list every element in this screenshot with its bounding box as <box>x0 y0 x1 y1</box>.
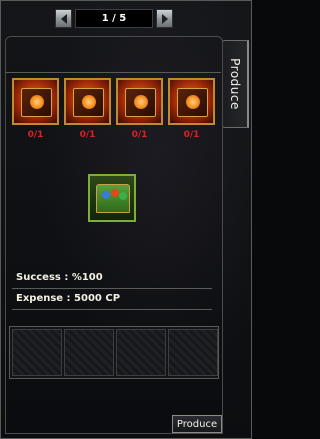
tab-produce-label: Produce <box>227 58 242 110</box>
ingredient-count: 0/1 <box>183 130 200 140</box>
triangle-left-icon <box>60 13 67 24</box>
prev-page-button[interactable] <box>55 9 72 28</box>
paw-book-icon <box>177 88 208 117</box>
paw-book-icon <box>21 88 52 117</box>
triangle-right-icon <box>161 13 168 24</box>
result-slots <box>9 326 219 379</box>
paw-book-icon <box>73 88 104 117</box>
ingredient-slot[interactable] <box>168 78 215 125</box>
product-slot[interactable] <box>88 174 136 222</box>
ingredient-slot[interactable] <box>64 78 111 125</box>
result-slot[interactable] <box>64 329 114 376</box>
expense-cost: Expense : 5000 CP <box>16 293 121 304</box>
produce-button[interactable]: Produce <box>172 415 222 433</box>
ingredient-slot[interactable] <box>12 78 59 125</box>
success-rate: Success : %100 <box>16 272 103 283</box>
ingredient-count: 0/1 <box>27 130 44 140</box>
treasure-chest-icon <box>96 184 130 213</box>
divider <box>12 309 212 310</box>
result-slot[interactable] <box>168 329 218 376</box>
page-navigator: 1 / 5 <box>55 9 175 29</box>
page-indicator: 1 / 5 <box>75 9 153 28</box>
paw-book-icon <box>125 88 156 117</box>
result-slot[interactable] <box>116 329 166 376</box>
ingredient-slot[interactable] <box>116 78 163 125</box>
ingredient-count: 0/1 <box>79 130 96 140</box>
next-page-button[interactable] <box>156 9 173 28</box>
result-slot[interactable] <box>12 329 62 376</box>
ingredient-count: 0/1 <box>131 130 148 140</box>
tab-produce[interactable]: Produce <box>221 40 249 128</box>
divider <box>12 288 212 289</box>
divider <box>5 72 221 73</box>
